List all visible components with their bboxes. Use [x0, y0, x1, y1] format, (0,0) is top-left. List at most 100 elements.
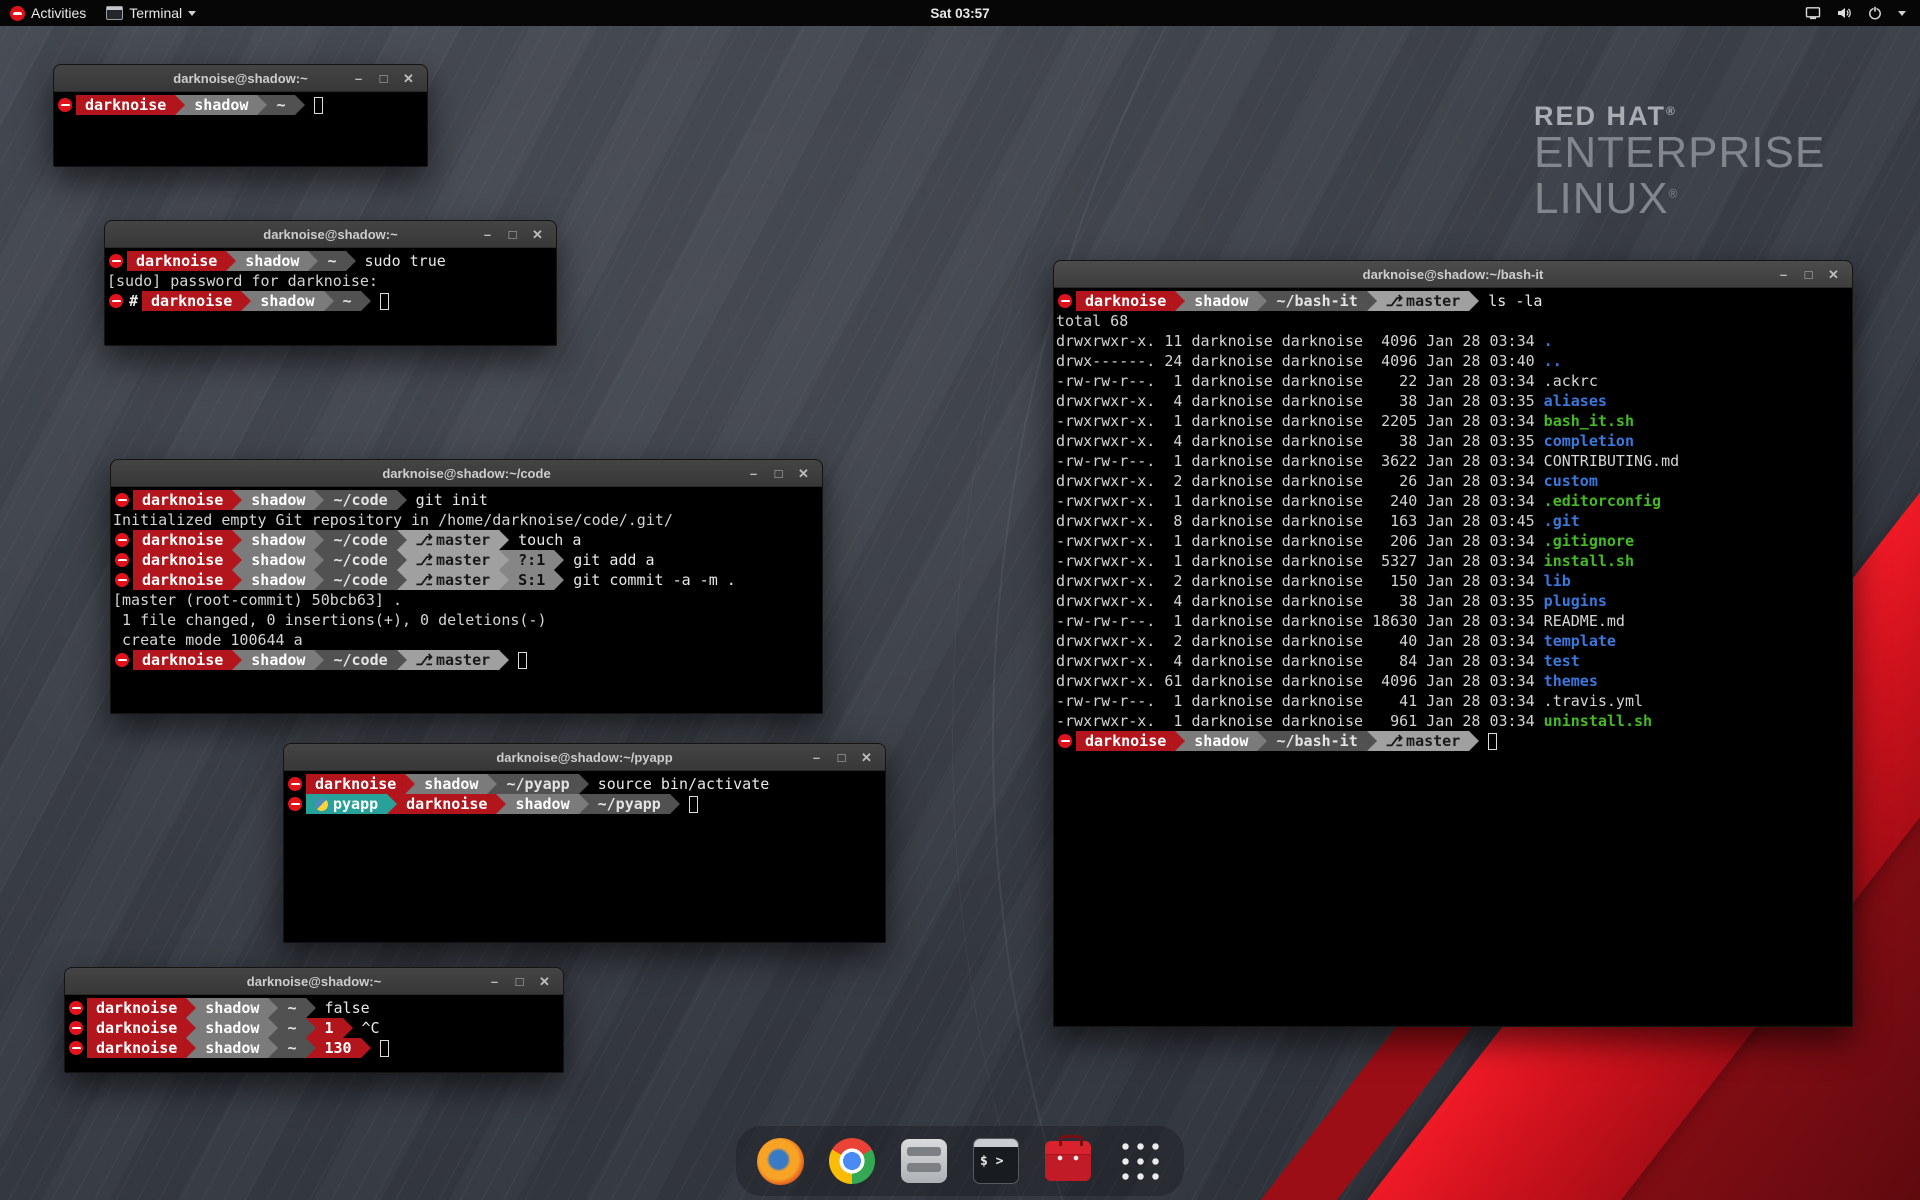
terminal-window-sudo: darknoise@shadow:~–□✕darknoiseshadow~sud…: [104, 220, 557, 346]
dock-item-toolbox[interactable]: [1042, 1135, 1094, 1187]
branch-icon: ⎇: [416, 551, 433, 569]
powerline-arrow-icon: [554, 570, 564, 590]
powerline-arrow-icon: [314, 550, 324, 570]
terminal-output-line: -rwxrwxr-x. 1 darknoise darknoise 240 Ja…: [1056, 491, 1850, 511]
window-titlebar[interactable]: darknoise@shadow:~/bash-it–□✕: [1054, 261, 1852, 288]
branch-icon: ⎇: [416, 651, 433, 669]
minimize-button[interactable]: –: [1771, 261, 1796, 288]
ls-meta: drwxrwxr-x. 2 darknoise darknoise 40 Jan…: [1056, 632, 1544, 650]
ls-meta: -rw-rw-r--. 1 darknoise darknoise 22 Jan…: [1056, 372, 1544, 390]
powerline-arrow-icon: [175, 95, 185, 115]
powerline-arrow-icon: [405, 774, 415, 794]
powerline-arrow-icon: [343, 1018, 353, 1038]
window-titlebar[interactable]: darknoise@shadow:~–□✕: [54, 65, 427, 92]
dock-item-files[interactable]: [898, 1135, 950, 1187]
window-titlebar[interactable]: darknoise@shadow:~–□✕: [105, 221, 556, 248]
ls-filename: .ackrc: [1544, 372, 1598, 390]
dock-item-firefox[interactable]: [754, 1135, 806, 1187]
ls-filename: README.md: [1544, 612, 1625, 630]
powerline-arrow-icon: [361, 291, 371, 311]
close-button[interactable]: ✕: [854, 744, 879, 771]
close-button[interactable]: ✕: [525, 221, 550, 248]
maximize-button[interactable]: □: [500, 221, 525, 248]
terminal-cursor: [1488, 733, 1497, 750]
maximize-button[interactable]: □: [1796, 261, 1821, 288]
ls-meta: drwxrwxr-x. 2 darknoise darknoise 26 Jan…: [1056, 472, 1544, 490]
terminal-content[interactable]: darknoiseshadow~falsedarknoiseshadow~1^C…: [65, 995, 563, 1072]
window-controls: –□✕: [1771, 261, 1852, 288]
terminal-content[interactable]: darknoiseshadow~/pyappsource bin/activat…: [284, 771, 885, 942]
powerline-arrow-icon: [1367, 291, 1377, 311]
powerline-arrow-icon: [1175, 291, 1185, 311]
chrome-icon: [829, 1138, 875, 1184]
maximize-button[interactable]: □: [371, 65, 396, 92]
prompt-segment-path: ~/code: [324, 550, 396, 570]
system-status-area[interactable]: [1805, 5, 1920, 21]
dock-item-chrome[interactable]: [826, 1135, 878, 1187]
terminal-content[interactable]: darknoiseshadow~/bash-it⎇masterls -latot…: [1054, 288, 1852, 1026]
minimize-button[interactable]: –: [741, 460, 766, 487]
dock-item-grid[interactable]: [1114, 1135, 1166, 1187]
branch-icon: ⎇: [416, 571, 433, 589]
terminal-window-home-small: darknoise@shadow:~–□✕darknoiseshadow~: [53, 64, 428, 167]
close-button[interactable]: ✕: [1821, 261, 1846, 288]
window-titlebar[interactable]: darknoise@shadow:~/pyapp–□✕: [284, 744, 885, 771]
terminal-window-code: darknoise@shadow:~/code–□✕ darknoise shado…: [110, 459, 823, 714]
redhat-logo-icon: [10, 6, 25, 21]
app-menu-terminal[interactable]: Terminal: [96, 0, 206, 26]
ls-meta: drwxrwxr-x. 11 darknoise darknoise 4096 …: [1056, 332, 1544, 350]
terminal-window-exit-codes: darknoise@shadow:~–□✕darknoiseshadow~fal…: [64, 967, 564, 1073]
minimize-button[interactable]: –: [346, 65, 371, 92]
prompt-segment-host: shadow: [242, 490, 314, 510]
window-titlebar[interactable]: darknoise@shadow:~/code–□✕: [111, 460, 822, 487]
prompt-segment-git: ⎇master: [407, 650, 499, 670]
prompt-segment-user: darknoise: [1076, 731, 1175, 751]
command-text: ^C: [362, 1019, 380, 1037]
dock-item-terminal[interactable]: $ >: [970, 1135, 1022, 1187]
minimize-button[interactable]: –: [804, 744, 829, 771]
ls-meta: -rwxrwxr-x. 1 darknoise darknoise 2205 J…: [1056, 412, 1544, 430]
clock[interactable]: Sat 03:57: [930, 6, 989, 21]
terminal-output-line: drwxrwxr-x. 11 darknoise darknoise 4096 …: [1056, 331, 1850, 351]
prompt-segment-path: ~/pyapp: [589, 794, 670, 814]
maximize-button[interactable]: □: [507, 968, 532, 995]
prompt-segment-path: ~/bash-it: [1267, 731, 1366, 751]
ls-filename: .editorconfig: [1544, 492, 1661, 510]
command-text: git init: [416, 491, 488, 509]
minimize-button[interactable]: –: [475, 221, 500, 248]
prompt-segment-user: darknoise: [306, 774, 405, 794]
maximize-button[interactable]: □: [829, 744, 854, 771]
close-button[interactable]: ✕: [791, 460, 816, 487]
windows-layer: darknoise@shadow:~–□✕darknoiseshadow~dar…: [0, 0, 1920, 1200]
prompt-segment-exit: 1: [316, 1018, 343, 1038]
prompt-segment-user: darknoise: [133, 650, 232, 670]
terminal-output-line: -rwxrwxr-x. 1 darknoise darknoise 2205 J…: [1056, 411, 1850, 431]
terminal-output-line: 1 file changed, 0 insertions(+), 0 delet…: [113, 610, 820, 630]
window-titlebar[interactable]: darknoise@shadow:~–□✕: [65, 968, 563, 995]
prompt-segment-host: shadow: [242, 650, 314, 670]
terminal-output-line: drwxrwxr-x. 4 darknoise darknoise 38 Jan…: [1056, 431, 1850, 451]
powerline-arrow-icon: [232, 530, 242, 550]
close-button[interactable]: ✕: [396, 65, 421, 92]
power-icon: [1867, 5, 1883, 21]
branch-icon: ⎇: [1386, 732, 1403, 750]
prompt-segment-git: ⎇master: [1377, 731, 1469, 751]
terminal-content[interactable]: darknoiseshadow~: [54, 92, 427, 166]
terminal-output-line: drwxrwxr-x. 2 darknoise darknoise 40 Jan…: [1056, 631, 1850, 651]
powerline-arrow-icon: [499, 530, 509, 550]
terminal-content[interactable]: darknoiseshadow~sudo true[sudo] password…: [105, 248, 556, 345]
branch-icon: ⎇: [1386, 292, 1403, 310]
minimize-button[interactable]: –: [482, 968, 507, 995]
prompt-segment-status: ?:1: [509, 550, 554, 570]
terminal-content[interactable]: darknoiseshadow~/codegit initInitialized…: [111, 487, 822, 713]
close-button[interactable]: ✕: [532, 968, 557, 995]
powerline-arrow-icon: [397, 550, 407, 570]
prompt-segment-path: ~: [267, 95, 294, 115]
maximize-button[interactable]: □: [766, 460, 791, 487]
activities-button[interactable]: Activities: [0, 0, 96, 26]
terminal-cursor: [518, 652, 527, 669]
powerline-arrow-icon: [306, 1018, 316, 1038]
prompt-segment-host: shadow: [1185, 731, 1257, 751]
powerline-arrow-icon: [387, 794, 397, 814]
prompt-segment-status: S:1: [509, 570, 554, 590]
